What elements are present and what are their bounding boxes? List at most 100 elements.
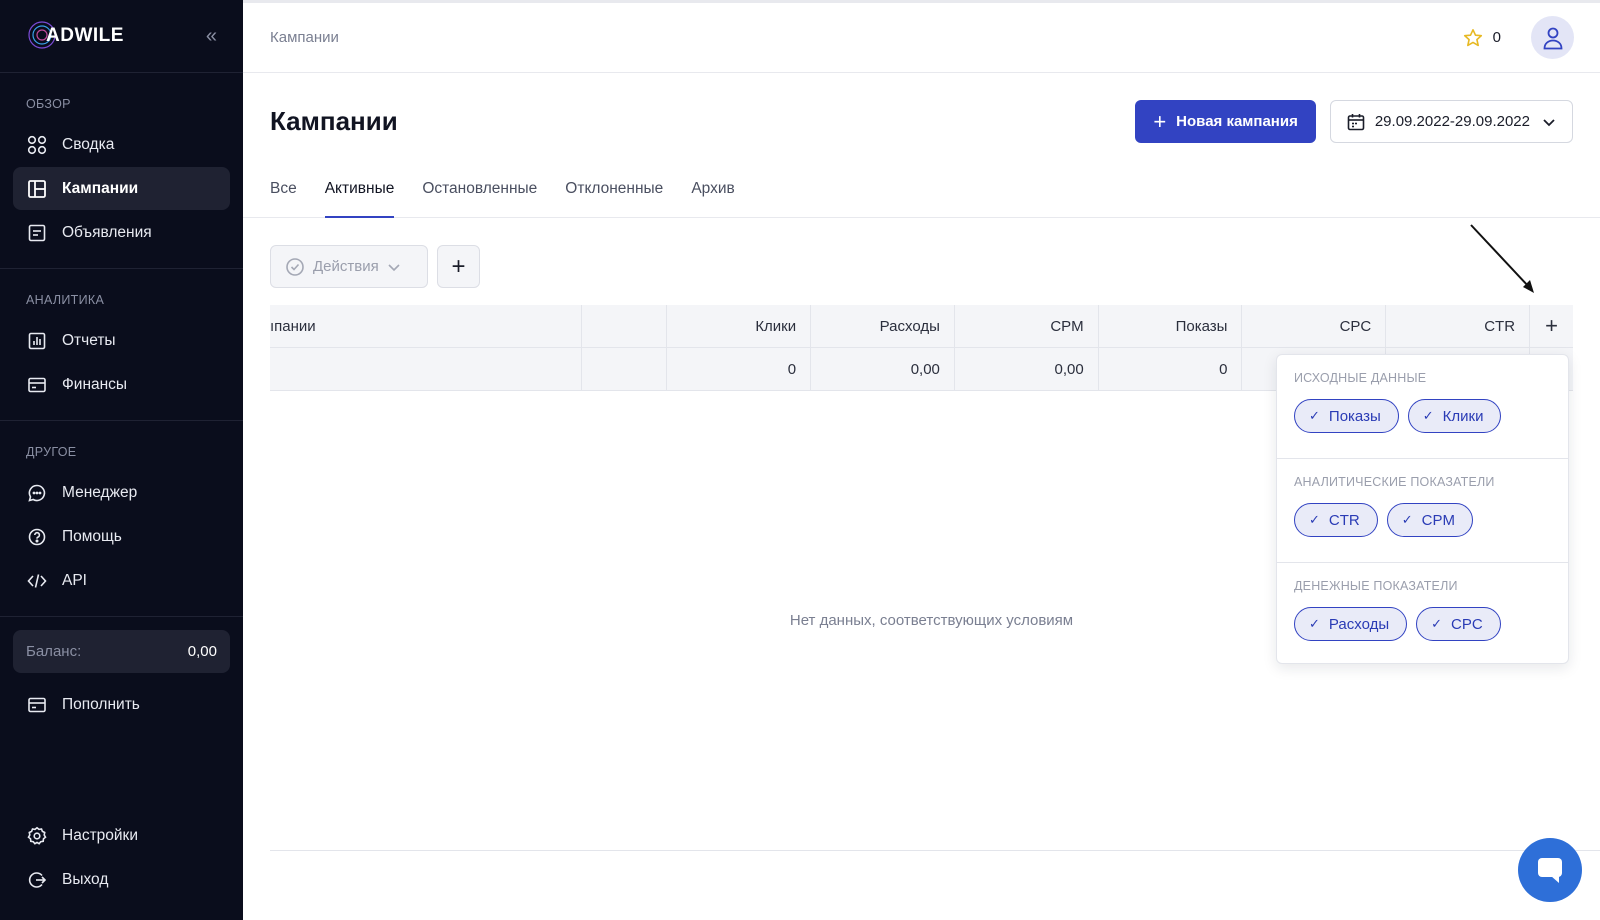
sidebar-item-label: Пополнить bbox=[62, 695, 140, 713]
tab-rejected[interactable]: Отклоненные bbox=[565, 172, 663, 218]
column-header-cpm[interactable]: CPM bbox=[955, 305, 1099, 347]
column-header-cpc[interactable]: CPC bbox=[1242, 305, 1387, 347]
collapse-sidebar-icon[interactable]: « bbox=[206, 25, 217, 48]
sidebar-item-campaigns[interactable]: Кампании bbox=[13, 167, 230, 210]
column-header-spend[interactable]: Расходы bbox=[811, 305, 955, 347]
sidebar-item-label: Помощь bbox=[62, 527, 122, 545]
star-icon bbox=[1463, 28, 1482, 46]
table-header-row: ıпании Клики Расходы CPM Показы CPC CTR … bbox=[270, 305, 1573, 348]
column-header-ctr[interactable]: CTR bbox=[1386, 305, 1531, 347]
sidebar-item-ads[interactable]: Объявления bbox=[13, 211, 230, 254]
chevron-down-icon bbox=[388, 263, 400, 271]
breadcrumb[interactable]: Кампании bbox=[270, 29, 1463, 46]
page-title: Кампании bbox=[270, 106, 398, 136]
tab-stopped[interactable]: Остановленные bbox=[422, 172, 537, 218]
avatar[interactable] bbox=[1531, 16, 1574, 59]
balance-value: 0,00 bbox=[187, 643, 217, 660]
column-header-blank bbox=[582, 305, 668, 347]
table-cell: 0 bbox=[1099, 348, 1243, 390]
bottom-nav: Настройки Выход bbox=[13, 814, 230, 902]
sidebar-item-logout[interactable]: Выход bbox=[13, 858, 230, 901]
sidebar-item-label: Кампании bbox=[62, 179, 139, 197]
balance-box: Баланс: 0,00 bbox=[13, 630, 230, 673]
logout-icon bbox=[26, 869, 48, 891]
sidebar-item-settings[interactable]: Настройки bbox=[13, 814, 230, 857]
sidebar-item-label: Финансы bbox=[62, 375, 128, 393]
sidebar-item-help[interactable]: Помощь bbox=[13, 515, 230, 558]
sidebar-item-label: Отчеты bbox=[62, 331, 116, 349]
calendar-icon bbox=[1347, 113, 1365, 130]
actions-label: Действия bbox=[313, 258, 379, 275]
sidebar-item-label: Менеджер bbox=[62, 483, 138, 501]
table-cell: 0,00 bbox=[955, 348, 1099, 390]
chip-label: CPC bbox=[1451, 615, 1483, 633]
sidebar-item-label: Настройки bbox=[62, 826, 139, 844]
check-circle-icon bbox=[286, 257, 304, 276]
column-group-title: ИСХОДНЫЕ ДАННЫЕ bbox=[1294, 371, 1427, 385]
card-icon bbox=[26, 694, 48, 716]
annotation-arrow-icon bbox=[1470, 224, 1534, 293]
column-group-title: АНАЛИТИЧЕСКИЕ ПОКАЗАТЕЛИ bbox=[1294, 475, 1495, 489]
column-chip-impressions[interactable]: ✓ Показы bbox=[1294, 399, 1399, 433]
column-header-impressions[interactable]: Показы bbox=[1099, 305, 1243, 347]
sidebar-item-summary[interactable]: Сводка bbox=[13, 123, 230, 166]
logo[interactable]: ADWILE bbox=[26, 19, 124, 53]
topbar: Кампании 0 bbox=[243, 0, 1600, 73]
chat-bubble-icon bbox=[26, 482, 48, 504]
table-cell bbox=[582, 348, 668, 390]
nav-section-analytics: АНАЛИТИКА Отчеты Финансы bbox=[0, 269, 243, 421]
check-icon: ✓ bbox=[1431, 616, 1443, 631]
sidebar-item-topup[interactable]: Пополнить bbox=[13, 683, 230, 726]
tab-all[interactable]: Все bbox=[270, 172, 297, 218]
column-chip-ctr[interactable]: ✓ CTR bbox=[1294, 503, 1378, 537]
column-chip-cpm[interactable]: ✓ CPM bbox=[1386, 503, 1473, 537]
divider bbox=[270, 850, 1600, 851]
section-title: АНАЛИТИКА bbox=[26, 293, 105, 307]
chevron-down-icon bbox=[1543, 118, 1555, 126]
chip-label: CPM bbox=[1421, 511, 1455, 529]
support-chat-button[interactable] bbox=[1518, 838, 1582, 902]
add-button[interactable]: + bbox=[437, 245, 480, 288]
logo-row: ADWILE « bbox=[0, 0, 243, 73]
sidebar-item-manager[interactable]: Менеджер bbox=[13, 471, 230, 514]
plus-icon: + bbox=[1153, 108, 1167, 134]
date-range-picker[interactable]: 29.09.2022-29.09.2022 bbox=[1329, 100, 1573, 143]
balance-section: Баланс: 0,00 Пополнить bbox=[0, 617, 243, 740]
column-header-clicks[interactable]: Клики bbox=[667, 305, 812, 347]
document-icon bbox=[26, 222, 48, 244]
grid-circles-icon bbox=[26, 134, 48, 156]
sidebar-item-reports[interactable]: Отчеты bbox=[13, 319, 230, 362]
chip-label: CTR bbox=[1328, 511, 1360, 529]
gear-icon bbox=[26, 825, 48, 847]
table-cell: 0,00 bbox=[811, 348, 955, 390]
balance-label: Баланс: bbox=[26, 643, 82, 660]
check-icon: ✓ bbox=[1422, 408, 1434, 423]
favorites[interactable]: 0 bbox=[1463, 28, 1501, 48]
chat-icon bbox=[1538, 858, 1562, 883]
new-campaign-label: Новая кампания bbox=[1176, 113, 1298, 130]
sidebar-item-finance[interactable]: Финансы bbox=[13, 363, 230, 406]
sidebar: ADWILE « ОБЗОР Сводка Кампании Объявлени… bbox=[0, 0, 243, 920]
column-picker-popover: ИСХОДНЫЕ ДАННЫЕ ✓ Показы ✓ Клики АНАЛИТИЧЕ… bbox=[1276, 354, 1569, 664]
add-column-button[interactable]: + bbox=[1530, 305, 1573, 347]
sidebar-item-api[interactable]: API bbox=[13, 559, 230, 602]
check-icon: ✓ bbox=[1401, 512, 1413, 527]
column-chip-cpc[interactable]: ✓ CPC bbox=[1416, 607, 1501, 641]
column-chip-clicks[interactable]: ✓ Клики bbox=[1407, 399, 1502, 433]
column-header-campaign[interactable]: ıпании bbox=[270, 305, 583, 347]
user-icon bbox=[1543, 27, 1562, 49]
card-icon bbox=[26, 374, 48, 396]
sidebar-item-label: API bbox=[62, 571, 87, 589]
new-campaign-button[interactable]: + Новая кампания bbox=[1135, 100, 1316, 143]
tab-archive[interactable]: Архив bbox=[691, 172, 734, 218]
table-cell: 0 bbox=[667, 348, 812, 390]
actions-dropdown[interactable]: Действия bbox=[270, 245, 428, 288]
tab-active[interactable]: Активные bbox=[324, 172, 395, 218]
column-chip-spend[interactable]: ✓ Расходы bbox=[1294, 607, 1408, 641]
chip-label: Клики bbox=[1442, 407, 1484, 425]
check-icon: ✓ bbox=[1309, 408, 1320, 423]
check-icon: ✓ bbox=[1309, 616, 1320, 631]
status-tabs: Все Активные Остановленные Отклоненные А… bbox=[243, 172, 1600, 218]
layout-icon bbox=[26, 178, 48, 200]
page-header: Кампании + Новая кампания 29.09.2022-29.… bbox=[270, 100, 1573, 143]
